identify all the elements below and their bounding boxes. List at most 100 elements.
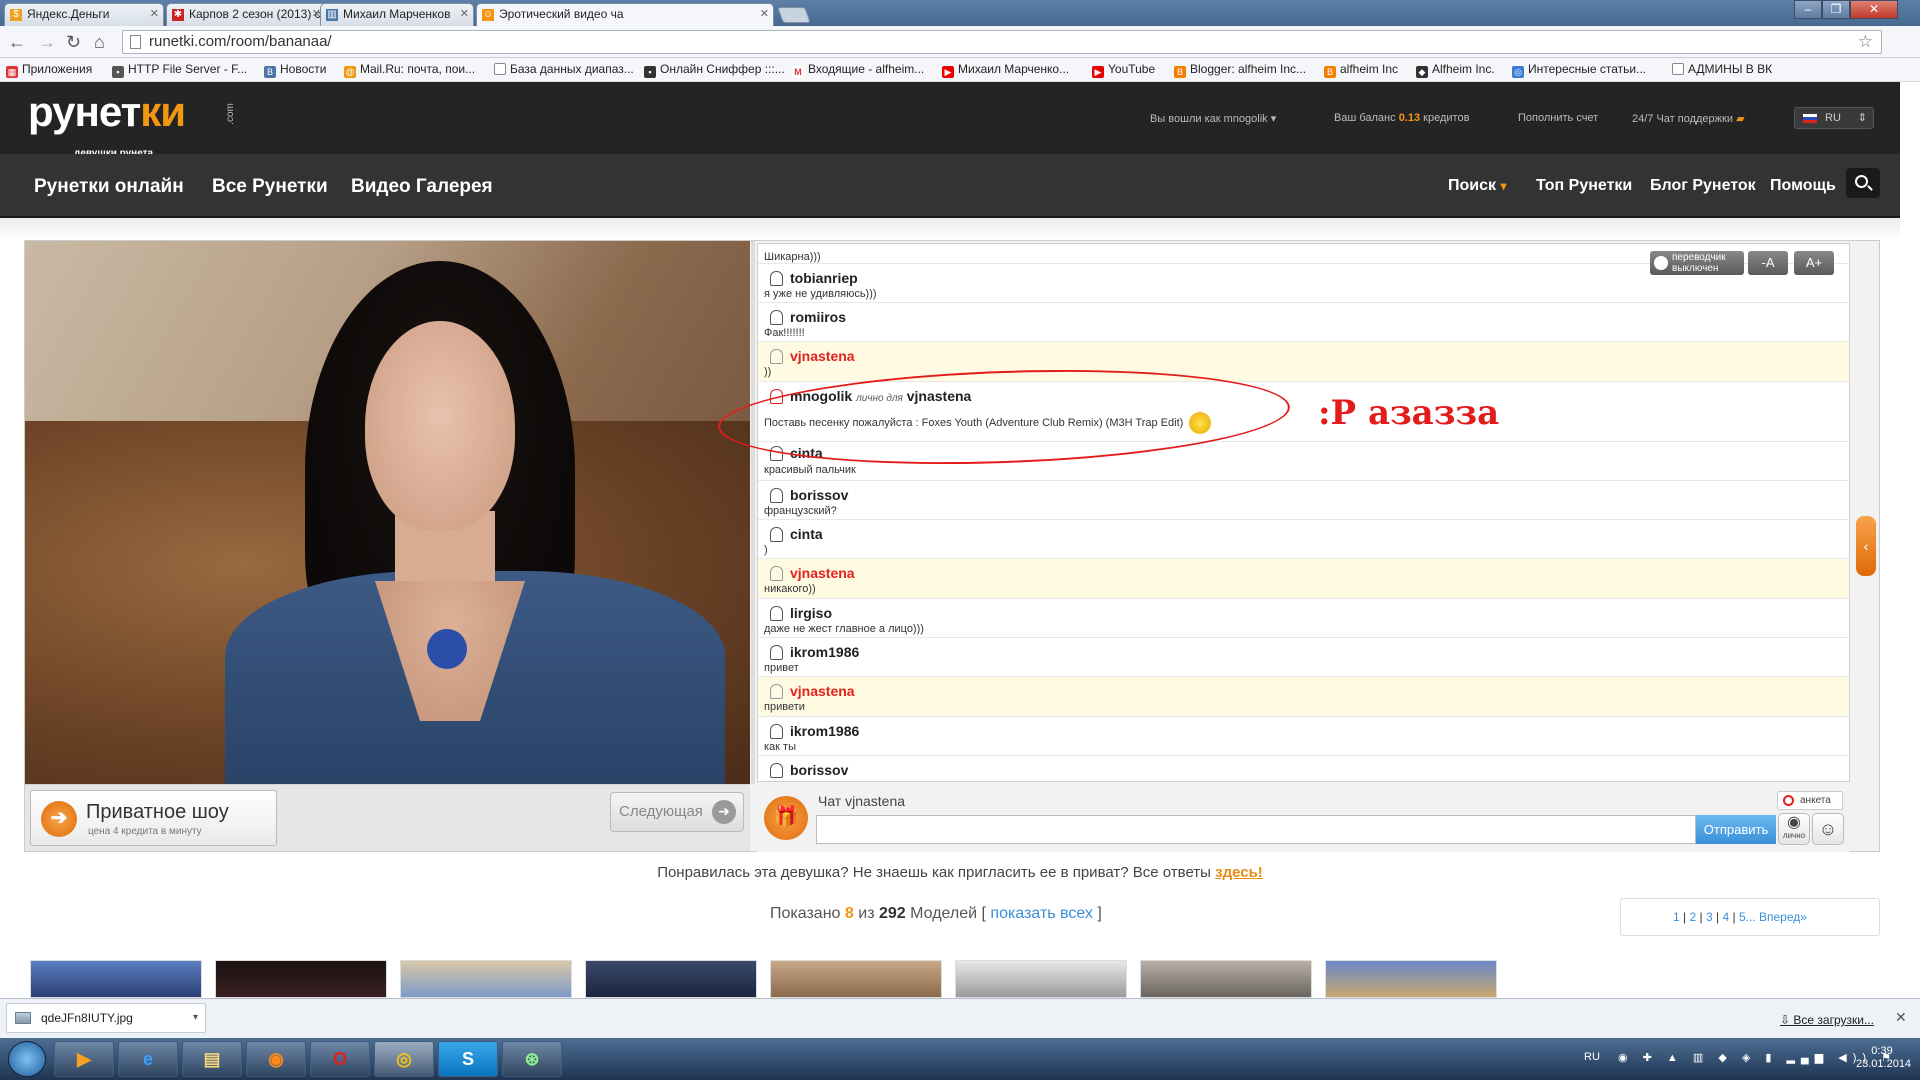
- url-field[interactable]: runetki.com/room/bananaa/ ☆: [122, 30, 1882, 54]
- page-link[interactable]: 4: [1722, 910, 1729, 924]
- back-arrow-icon[interactable]: ←: [8, 31, 26, 53]
- home-icon[interactable]: ⌂: [94, 31, 105, 53]
- pagination: 1 | 2 | 3 | 4 | 5... Вперед»: [1620, 898, 1880, 936]
- search-button[interactable]: [1846, 168, 1880, 198]
- chevron-down-icon[interactable]: ▾: [193, 1004, 198, 1032]
- bookmark-blogger[interactable]: B Blogger: alfheim Inc...: [1174, 62, 1306, 78]
- close-downloads-icon[interactable]: ✕: [1895, 1009, 1907, 1026]
- nav-help[interactable]: Помощь: [1770, 177, 1836, 195]
- chrome-icon[interactable]: ◎: [374, 1041, 434, 1077]
- support-chat-link[interactable]: 24/7 Чат поддержки ▰: [1632, 112, 1745, 125]
- explorer-folder-icon[interactable]: ▤: [182, 1041, 242, 1077]
- bookmark-database[interactable]: База данных диапаз...: [494, 62, 634, 77]
- model-thumbnail[interactable]: [400, 960, 572, 998]
- close-tab-icon[interactable]: ✕: [760, 4, 769, 25]
- model-thumbnail[interactable]: [770, 960, 942, 998]
- model-thumbnail[interactable]: [1325, 960, 1497, 998]
- globe-icon: ◎: [1512, 66, 1524, 78]
- model-thumbnail[interactable]: [1140, 960, 1312, 998]
- smiley-picker-button[interactable]: ☺: [1812, 813, 1844, 845]
- clock[interactable]: 0:39 23.01.2014: [1856, 1045, 1911, 1071]
- show-all-link[interactable]: показать всех: [990, 905, 1093, 922]
- topup-link[interactable]: Пополнить счет: [1518, 112, 1598, 124]
- network-app-icon[interactable]: ⊛: [502, 1041, 562, 1077]
- bookmark-hfs[interactable]: ▪ HTTP File Server - F...: [112, 62, 247, 78]
- bookmark-news[interactable]: B Новости: [264, 62, 326, 78]
- window-close-icon[interactable]: ✕: [1850, 0, 1898, 19]
- bookmark-sniffer[interactable]: ▪ Онлайн Сниффер :::...: [644, 62, 785, 78]
- chat-input[interactable]: [816, 815, 1696, 844]
- tab-runetki[interactable]: ☺ Эротический видео ча ✕: [476, 3, 774, 26]
- input-language[interactable]: RU: [1584, 1051, 1600, 1063]
- logged-in-menu[interactable]: Вы вошли как mnogolik ▾: [1150, 112, 1276, 125]
- nav-all-runetki[interactable]: Все Рунетки: [212, 176, 328, 198]
- nav-search[interactable]: Поиск ▾: [1448, 177, 1507, 195]
- bookmark-apps[interactable]: ▦ Приложения: [6, 62, 92, 78]
- page-link[interactable]: 2: [1689, 910, 1696, 924]
- model-thumbnail[interactable]: [585, 960, 757, 998]
- firefox-icon[interactable]: ◉: [246, 1041, 306, 1077]
- site-logo[interactable]: рунетки .com девушки рунета: [28, 91, 236, 160]
- next-page-link[interactable]: Вперед»: [1759, 910, 1807, 924]
- windows-taskbar: ▶ e ▤ ◉ O ◎ S ⊛ RU ◉ ✚ ▲ ▥ ◆ ◈ ▮ ▂▄▆ ◀))…: [0, 1038, 1920, 1080]
- chat-message: ikrom1986 привет: [758, 638, 1849, 677]
- all-downloads-link[interactable]: ⇩ Все загрузки...: [1780, 1013, 1874, 1027]
- skype-icon[interactable]: S: [438, 1041, 498, 1077]
- close-tab-icon[interactable]: ✕: [460, 4, 469, 25]
- nav-runetki-online[interactable]: Рунетки онлайн: [34, 176, 184, 198]
- tab-title: Михаил Марченков: [343, 7, 451, 21]
- private-show-button[interactable]: ➔ Приватное шоу цена 4 кредита в минуту: [30, 790, 277, 846]
- language-select[interactable]: RU ⇕: [1794, 107, 1874, 129]
- model-thumbnail[interactable]: [30, 960, 202, 998]
- start-button[interactable]: [8, 1041, 46, 1077]
- bookmark-articles[interactable]: ◎ Интересные статьи...: [1512, 62, 1646, 78]
- tab-karpov[interactable]: ✱ Карпов 2 сезон (2013) см ✕: [166, 3, 326, 26]
- minimize-icon[interactable]: –: [1794, 0, 1822, 19]
- panel-splitter[interactable]: [751, 241, 755, 784]
- bookmark-alfheim[interactable]: Balfheim Inc: [1324, 62, 1398, 78]
- maximize-icon[interactable]: ❐: [1822, 0, 1850, 19]
- translator-toggle[interactable]: переводчик выключен: [1650, 251, 1744, 275]
- eye-icon: ◉: [1787, 814, 1801, 831]
- internet-explorer-icon[interactable]: e: [118, 1041, 178, 1077]
- forward-arrow-icon[interactable]: →: [38, 31, 56, 53]
- page-link[interactable]: 5...: [1739, 910, 1756, 924]
- tab-yandex-money[interactable]: $ Яндекс.Деньги ✕: [4, 3, 164, 26]
- bookmark-youtube[interactable]: ▶ YouTube: [1092, 62, 1155, 78]
- chat-log[interactable]: Шикарна))) tobianriep я уже не удивляюсь…: [757, 243, 1850, 782]
- chat-message: lirgiso даже не жест главное а лицо))): [758, 599, 1849, 638]
- close-tab-icon[interactable]: ✕: [150, 4, 159, 25]
- nav-blog[interactable]: Блог Рунеток: [1650, 177, 1756, 195]
- tab-vk-profile[interactable]: ▥ Михаил Марченков ✕: [320, 3, 474, 26]
- new-tab-button[interactable]: [777, 7, 811, 23]
- bookmark-admins-vk[interactable]: АДМИНЫ В ВК: [1672, 62, 1772, 77]
- bookmark-star-icon[interactable]: ☆: [1858, 31, 1873, 53]
- font-larger-button[interactable]: A+: [1794, 251, 1834, 275]
- reload-icon[interactable]: ↻: [66, 31, 81, 53]
- download-item[interactable]: qdeJFn8IUTY.jpg ▾: [6, 1003, 206, 1033]
- toggle-icon: [1654, 256, 1668, 270]
- model-thumbnail[interactable]: [955, 960, 1127, 998]
- media-player-icon[interactable]: ▶: [54, 1041, 114, 1077]
- bookmark-youtube-channel[interactable]: ▶ Михаил Марченко...: [942, 62, 1069, 78]
- page-link[interactable]: 3: [1706, 910, 1713, 924]
- opera-icon[interactable]: O: [310, 1041, 370, 1077]
- promo-link[interactable]: здесь!: [1215, 864, 1263, 881]
- nav-video-gallery[interactable]: Видео Галерея: [351, 176, 493, 198]
- webcam-video[interactable]: [25, 241, 750, 784]
- tab-title: Эротический видео ча: [499, 7, 624, 21]
- send-button[interactable]: Отправить: [1696, 815, 1776, 844]
- profile-button[interactable]: анкета: [1777, 791, 1843, 810]
- private-message-toggle[interactable]: ◉ лично: [1778, 813, 1810, 845]
- side-panel-toggle[interactable]: ‹: [1856, 516, 1876, 576]
- bookmark-mailru[interactable]: @ Mail.Ru: почта, пои...: [344, 62, 475, 78]
- page-link[interactable]: 1: [1673, 910, 1680, 924]
- header-shadow: [0, 218, 1900, 240]
- gift-icon[interactable]: 🎁: [764, 796, 808, 840]
- model-thumbnail[interactable]: [215, 960, 387, 998]
- font-smaller-button[interactable]: -A: [1748, 251, 1788, 275]
- nav-top-runetki[interactable]: Топ Рунетки: [1536, 177, 1632, 195]
- next-model-button[interactable]: Следующая ➜: [610, 792, 744, 832]
- bookmark-gmail[interactable]: M Входящие - alfheim...: [792, 62, 924, 78]
- bookmark-alfheim-inc[interactable]: ◆ Alfheim Inc.: [1416, 62, 1495, 78]
